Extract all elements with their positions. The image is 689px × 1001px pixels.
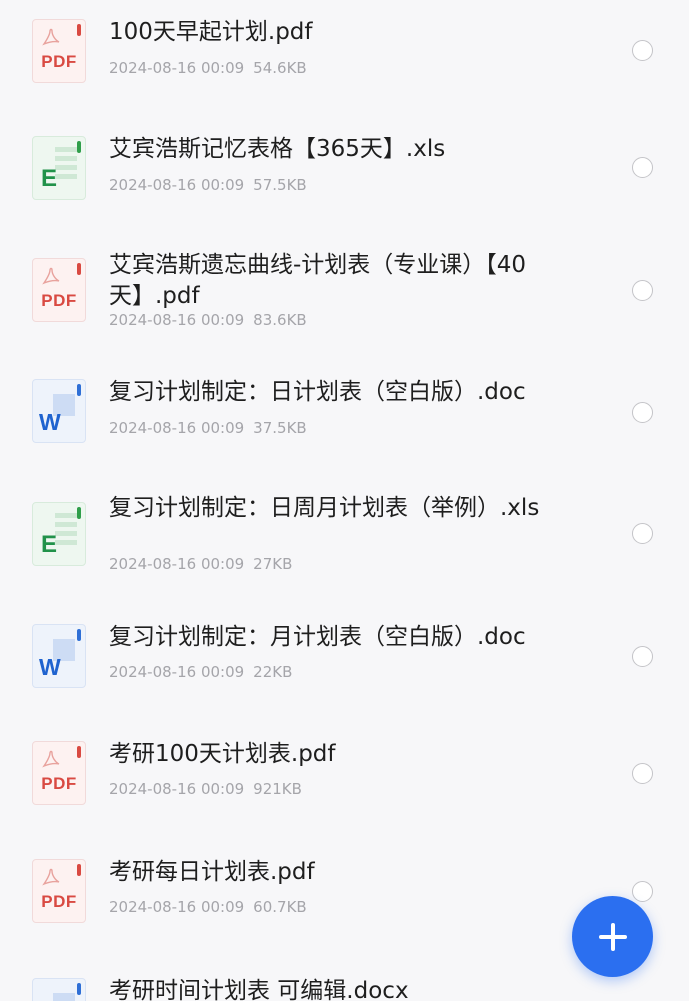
file-date: 2024-08-16 00:09 (109, 176, 245, 194)
file-size: 54.6KB (253, 59, 307, 77)
file-size: 27KB (253, 555, 293, 573)
pdf-file-icon: PDF (32, 859, 86, 923)
list-item[interactable]: PDF 100天早起计划.pdf 2024-08-16 00:09 54.6KB (0, 0, 689, 110)
select-radio[interactable] (632, 646, 653, 667)
file-meta: 2024-08-16 00:09 22KB (109, 663, 292, 681)
file-size: 921KB (253, 780, 302, 798)
file-meta: 2024-08-16 00:09 921KB (109, 780, 302, 798)
select-radio[interactable] (632, 881, 653, 902)
file-name: 复习计划制定：月计划表（空白版）.doc (109, 624, 526, 650)
select-radio[interactable] (632, 402, 653, 423)
pdf-file-icon: PDF (32, 19, 86, 83)
file-name: 考研100天计划表.pdf (109, 741, 336, 767)
file-meta: 2024-08-16 00:09 60.7KB (109, 898, 307, 916)
file-meta: 2024-08-16 00:09 54.6KB (109, 59, 307, 77)
file-name: 复习计划制定：日计划表（空白版）.doc (109, 379, 526, 405)
select-radio[interactable] (632, 523, 653, 544)
file-type-label: E (41, 165, 58, 192)
list-item[interactable]: W 复习计划制定：日计划表（空白版）.doc 2024-08-16 00:09 3… (0, 360, 689, 470)
pdf-file-icon: PDF (32, 741, 86, 805)
file-size: 83.6KB (253, 311, 307, 329)
file-meta: 2024-08-16 00:09 37.5KB (109, 419, 307, 437)
file-size: 57.5KB (253, 176, 307, 194)
file-type-label: E (41, 531, 58, 558)
select-radio[interactable] (632, 40, 653, 61)
list-item[interactable]: PDF 艾宾浩斯遗忘曲线-计划表（专业课）【40天】.pdf 2024-08-1… (0, 238, 689, 348)
word-file-icon: W (32, 379, 86, 443)
pdf-file-icon: PDF (32, 258, 86, 322)
select-radio[interactable] (632, 763, 653, 784)
file-type-label: PDF (41, 291, 77, 310)
file-meta: 2024-08-16 00:09 83.6KB (109, 311, 307, 329)
file-date: 2024-08-16 00:09 (109, 311, 245, 329)
list-item[interactable]: E 复习计划制定：日周月计划表（举例）.xls 2024-08-16 00:09… (0, 480, 689, 590)
file-name: 艾宾浩斯遗忘曲线-计划表（专业课）【40天】.pdf (109, 252, 527, 309)
file-type-label: PDF (41, 52, 77, 71)
file-meta: 2024-08-16 00:09 27KB (109, 555, 292, 573)
excel-file-icon: E (32, 502, 86, 566)
file-type-label: PDF (41, 892, 77, 911)
file-date: 2024-08-16 00:09 (109, 59, 245, 77)
file-size: 37.5KB (253, 419, 307, 437)
file-date: 2024-08-16 00:09 (109, 780, 245, 798)
file-name: 考研时间计划表 可编辑.docx (109, 978, 409, 1001)
word-file-icon: W (32, 978, 86, 1001)
file-type-label: PDF (41, 774, 77, 793)
excel-file-icon: E (32, 136, 86, 200)
file-name: 考研每日计划表.pdf (109, 859, 315, 885)
file-date: 2024-08-16 00:09 (109, 663, 245, 681)
file-size: 22KB (253, 663, 293, 681)
file-date: 2024-08-16 00:09 (109, 898, 245, 916)
file-date: 2024-08-16 00:09 (109, 419, 245, 437)
file-type-label: W (39, 654, 61, 680)
file-list: PDF 100天早起计划.pdf 2024-08-16 00:09 54.6KB … (0, 0, 689, 1001)
file-date: 2024-08-16 00:09 (109, 555, 245, 573)
file-name: 艾宾浩斯记忆表格【365天】.xls (109, 136, 446, 162)
file-size: 60.7KB (253, 898, 307, 916)
add-button[interactable] (572, 896, 653, 977)
plus-icon (598, 922, 627, 951)
file-meta: 2024-08-16 00:09 57.5KB (109, 176, 307, 194)
select-radio[interactable] (632, 280, 653, 301)
word-file-icon: W (32, 624, 86, 688)
select-radio[interactable] (632, 157, 653, 178)
file-name: 100天早起计划.pdf (109, 19, 313, 45)
file-type-label: W (39, 409, 61, 435)
list-item[interactable]: PDF 考研100天计划表.pdf 2024-08-16 00:09 921KB (0, 723, 689, 833)
list-item[interactable]: E 艾宾浩斯记忆表格【365天】.xls 2024-08-16 00:09 57.… (0, 117, 689, 227)
list-item[interactable]: W 复习计划制定：月计划表（空白版）.doc 2024-08-16 00:09 2… (0, 606, 689, 716)
file-name: 复习计划制定：日周月计划表（举例）.xls (109, 495, 540, 521)
